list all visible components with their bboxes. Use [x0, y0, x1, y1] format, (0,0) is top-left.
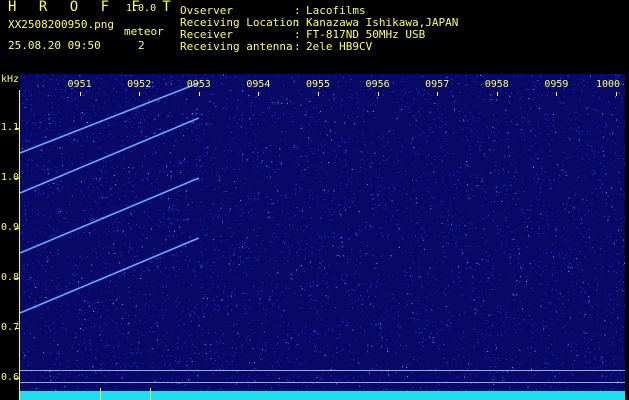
y-tick [15, 278, 20, 279]
x-tick [377, 92, 379, 96]
info-key-antenna: Receiving antenna [180, 40, 293, 53]
x-tick-label: 0958 [484, 79, 509, 90]
x-tick [139, 92, 141, 96]
x-tick-label: 0955 [305, 79, 331, 90]
x-tick [79, 92, 81, 96]
x-tick-label: 0954 [246, 79, 271, 90]
meteor-label: meteor [124, 25, 164, 38]
noise-speckle [20, 74, 625, 400]
y-tick [15, 128, 20, 129]
meteor-marker [100, 388, 101, 400]
spectrogram-canvas [20, 74, 625, 400]
file-name: XX2508200950.png [8, 18, 114, 31]
x-tick-label: 0952 [127, 79, 152, 90]
reference-line [20, 382, 625, 383]
reference-line [20, 370, 625, 371]
x-tick [258, 92, 260, 96]
meteor-trace [20, 177, 200, 254]
info-sep: : [294, 40, 301, 53]
y-axis-line [19, 90, 20, 400]
meteor-trace [20, 82, 200, 154]
x-tick [198, 92, 200, 96]
y-tick [15, 178, 20, 179]
y-tick [15, 328, 20, 329]
x-tick-label: 0959 [544, 79, 569, 90]
x-tick [556, 92, 558, 96]
meteor-marker [150, 388, 151, 400]
x-tick-label: 0951 [67, 79, 92, 90]
y-axis-unit: kHz [1, 74, 20, 85]
x-tick-label: 0957 [425, 79, 450, 90]
x-tick [496, 92, 498, 96]
y-tick [15, 228, 20, 229]
x-tick [437, 92, 439, 96]
app-version: 1.0.0 [126, 3, 157, 14]
date-time: 25.08.20 09:50 [8, 39, 101, 52]
x-tick-label: 0953 [186, 79, 211, 90]
x-tick-label: 1000 [595, 79, 621, 90]
y-tick [15, 378, 20, 379]
info-value-antenna: 2ele HB9CV [306, 40, 373, 53]
x-tick [318, 92, 319, 96]
meteor-trace [20, 237, 200, 314]
x-tick [616, 92, 617, 96]
signal-level-band [20, 391, 625, 400]
x-tick-label: 0956 [365, 79, 390, 90]
spectrogram-plot [20, 74, 625, 400]
meteor-count: 2 [138, 39, 145, 52]
